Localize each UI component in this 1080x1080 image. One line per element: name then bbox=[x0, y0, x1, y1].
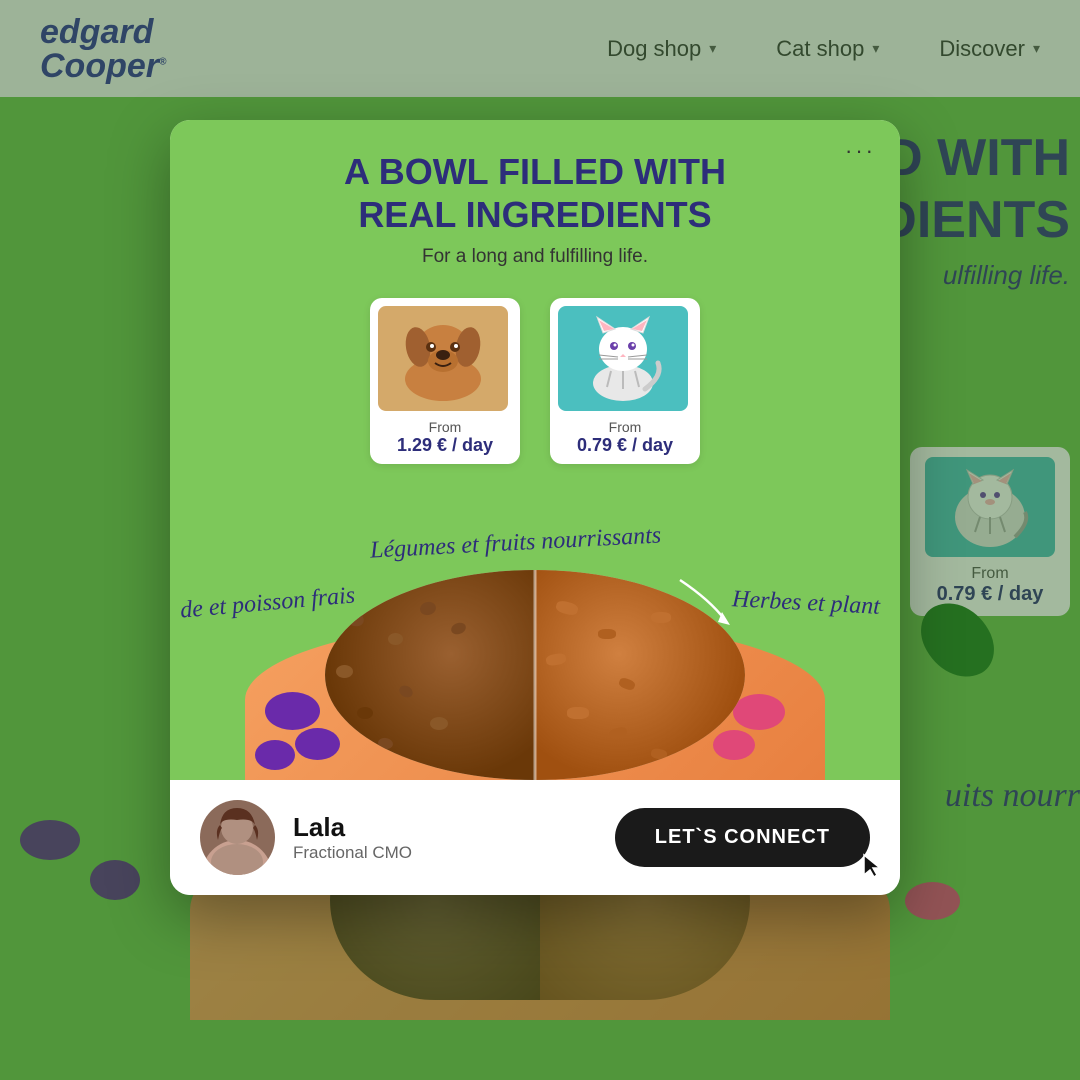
handwritten-center: Légumes et fruits nourrissants bbox=[369, 522, 661, 564]
cat-card-image bbox=[558, 306, 688, 411]
profile-section: Lala Fractional CMO bbox=[200, 800, 412, 875]
modal-title-line2: REAL INGREDIENTS bbox=[358, 194, 711, 235]
modal-green-area: ··· A BOWL FILLED WITH REAL INGREDIENTS … bbox=[170, 120, 900, 780]
dog-card-image bbox=[378, 306, 508, 411]
modal-title: A BOWL FILLED WITH REAL INGREDIENTS bbox=[210, 150, 860, 236]
cursor-icon bbox=[862, 853, 888, 879]
modal-subtitle: For a long and fulfilling life. bbox=[210, 246, 860, 268]
handwritten-right: Herbes et plant bbox=[731, 586, 880, 621]
modal-options-button[interactable]: ··· bbox=[845, 138, 876, 164]
cat-card-price: 0.79 € / day bbox=[558, 435, 692, 456]
connect-button[interactable]: LET`S CONNECT bbox=[615, 808, 870, 867]
modal-title-line1: A BOWL FILLED WITH bbox=[344, 151, 726, 192]
dog-card[interactable]: From 1.29 € / day bbox=[370, 298, 520, 464]
modal-bottom-bar: Lala Fractional CMO LET`S CONNECT bbox=[170, 780, 900, 895]
profile-info: Lala Fractional CMO bbox=[293, 812, 412, 863]
cat-card[interactable]: From 0.79 € / day bbox=[550, 298, 700, 464]
profile-title: Fractional CMO bbox=[293, 843, 412, 863]
dog-card-from: From bbox=[378, 419, 512, 435]
cat-card-from: From bbox=[558, 419, 692, 435]
modal: ··· A BOWL FILLED WITH REAL INGREDIENTS … bbox=[170, 120, 900, 895]
background-page: edgard Cooper® Dog shop ▾ Cat shop ▾ Dis… bbox=[0, 0, 1080, 1080]
dog-card-price: 1.29 € / day bbox=[378, 435, 512, 456]
profile-name: Lala bbox=[293, 812, 412, 843]
avatar bbox=[200, 800, 275, 875]
pet-cards-row: From 1.29 € / day bbox=[210, 298, 860, 464]
